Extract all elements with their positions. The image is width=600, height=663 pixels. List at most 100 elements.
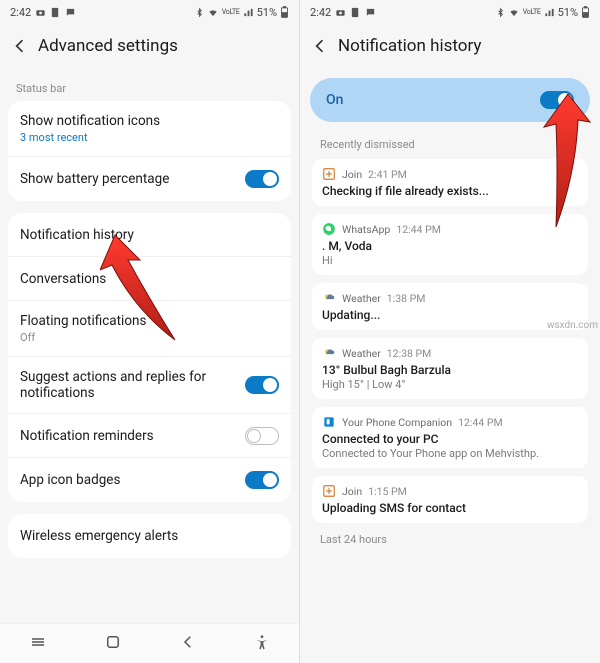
- notification-card[interactable]: Weather12:38 PM13° Bulbul Bagh BarzulaHi…: [312, 338, 588, 399]
- notif-app-name: Your Phone Companion: [342, 416, 452, 429]
- row-title: Show battery percentage: [20, 171, 245, 187]
- nav-bar: [0, 623, 299, 663]
- camera-icon: [35, 7, 46, 18]
- section-label-last24: Last 24 hours: [300, 531, 600, 554]
- screen-advanced-settings: 2:42 VoLTE: [0, 0, 300, 663]
- page-title: Notification history: [338, 36, 481, 56]
- row-subtitle: 3 most recent: [20, 131, 279, 144]
- row-suggest-actions[interactable]: Suggest actions and replies for notifica…: [8, 357, 291, 414]
- phone-icon: [350, 7, 361, 18]
- row-show-notification-icons[interactable]: Show notification icons 3 most recent: [8, 101, 291, 157]
- screen-notification-history: 2:42 VoLTE 51% Notification history On: [300, 0, 600, 663]
- notification-card[interactable]: Join 2:41 PM Checking if file already exis…: [312, 159, 588, 206]
- battery-label: 51%: [257, 6, 277, 19]
- bluetooth-icon: [496, 7, 505, 18]
- message-icon: [365, 7, 376, 18]
- back-button[interactable]: [10, 32, 38, 60]
- notification-card[interactable]: WhatsApp 12:44 PM . M, VodaHi: [312, 214, 588, 275]
- nav-back[interactable]: [165, 627, 211, 661]
- signal-icon: [243, 7, 254, 18]
- group-status-bar: Show notification icons 3 most recent Sh…: [8, 101, 291, 201]
- header: Notification history: [300, 24, 600, 68]
- nav-accessibility[interactable]: [240, 628, 284, 660]
- row-show-battery-percentage[interactable]: Show battery percentage: [8, 157, 291, 201]
- notif-title: Updating...: [322, 308, 578, 322]
- notif-time: 12:44 PM: [396, 223, 441, 236]
- phone-icon: [50, 7, 61, 18]
- battery-icon: [280, 6, 289, 18]
- section-label-status-bar: Status bar: [0, 68, 299, 101]
- back-button[interactable]: [310, 32, 338, 60]
- status-bar: 2:42 VoLTE 51%: [300, 0, 600, 24]
- volte-label: VoLTE: [523, 9, 541, 16]
- signal-icon: [544, 7, 555, 18]
- bluetooth-icon: [195, 7, 204, 18]
- toggle-app-icon-badges[interactable]: [245, 471, 279, 489]
- notification-card[interactable]: Your Phone Companion 12:44 PM Connected to…: [312, 407, 588, 468]
- row-subtitle: Off: [20, 331, 279, 344]
- nav-recent[interactable]: [15, 627, 61, 661]
- toggle-suggest-actions[interactable]: [245, 376, 279, 394]
- history-toggle-pill[interactable]: On: [310, 78, 590, 122]
- toggle-battery-percentage[interactable]: [245, 170, 279, 188]
- join-app-icon: [322, 167, 336, 181]
- row-title: Notification history: [20, 227, 279, 243]
- row-title: Show notification icons: [20, 113, 279, 129]
- notification-card[interactable]: Join 1:15 PM Uploading SMS for contact: [312, 476, 588, 523]
- watermark: wsxdn.com: [547, 320, 598, 331]
- notif-time: 12:44 PM: [458, 416, 503, 429]
- whatsapp-app-icon: [322, 222, 336, 236]
- row-app-icon-badges[interactable]: App icon badges: [8, 458, 291, 502]
- row-title: Wireless emergency alerts: [20, 528, 279, 544]
- group-emergency: Wireless emergency alerts: [8, 514, 291, 558]
- pill-label: On: [326, 92, 343, 108]
- notif-app-name: Join: [342, 168, 362, 181]
- weather-app-icon: [322, 291, 336, 305]
- notif-app-name: Weather: [342, 347, 381, 360]
- wifi-icon: [508, 7, 520, 18]
- status-bar: 2:42 VoLTE: [0, 0, 299, 24]
- row-wireless-emergency-alerts[interactable]: Wireless emergency alerts: [8, 514, 291, 558]
- notif-time: 1:15 PM: [368, 485, 407, 498]
- header: Advanced settings: [0, 24, 299, 68]
- notif-body: Hi: [322, 254, 578, 267]
- status-time: 2:42: [310, 6, 331, 19]
- row-title: App icon badges: [20, 472, 245, 488]
- weather-app-icon: [322, 346, 336, 360]
- status-time: 2:42: [10, 6, 31, 19]
- join-app-icon: [322, 484, 336, 498]
- group-notifications: Notification history Conversations Float…: [8, 213, 291, 502]
- section-label-recent: Recently dismissed: [300, 136, 600, 159]
- camera-icon: [335, 7, 346, 18]
- volte-label: VoLTE: [222, 9, 240, 16]
- row-notification-reminders[interactable]: Notification reminders: [8, 414, 291, 458]
- notif-title: Uploading SMS for contact: [322, 501, 578, 515]
- notif-title: Checking if file already exists...: [322, 184, 578, 198]
- notif-body: Connected to Your Phone app on Mehvisthp…: [322, 447, 578, 460]
- row-floating-notifications[interactable]: Floating notifications Off: [8, 301, 291, 357]
- notif-time: 12:38 PM: [387, 347, 432, 360]
- notif-time: 2:41 PM: [368, 168, 407, 181]
- row-title: Notification reminders: [20, 428, 245, 444]
- page-title: Advanced settings: [38, 36, 178, 56]
- wifi-icon: [207, 7, 219, 18]
- notif-app-name: Weather: [342, 292, 381, 305]
- notif-title: Connected to your PC: [322, 432, 578, 446]
- toggle-reminders[interactable]: [245, 427, 279, 445]
- nav-home[interactable]: [90, 627, 136, 661]
- row-notification-history[interactable]: Notification history: [8, 213, 291, 257]
- battery-icon: [581, 6, 590, 18]
- notif-app-name: WhatsApp: [342, 223, 390, 236]
- toggle-history-on[interactable]: [540, 91, 574, 109]
- row-title: Floating notifications: [20, 313, 279, 329]
- row-title: Conversations: [20, 271, 279, 287]
- row-conversations[interactable]: Conversations: [8, 257, 291, 301]
- notif-time: 1:38 PM: [387, 292, 426, 305]
- notif-title: 13° Bulbul Bagh Barzula: [322, 363, 578, 377]
- message-icon: [65, 7, 76, 18]
- notif-title: . M, Voda: [322, 239, 578, 253]
- phone-app-icon: [322, 415, 336, 429]
- row-title: Suggest actions and replies for notifica…: [20, 369, 245, 401]
- notification-list: Join 2:41 PM Checking if file already exis…: [300, 159, 600, 523]
- notif-app-name: Join: [342, 485, 362, 498]
